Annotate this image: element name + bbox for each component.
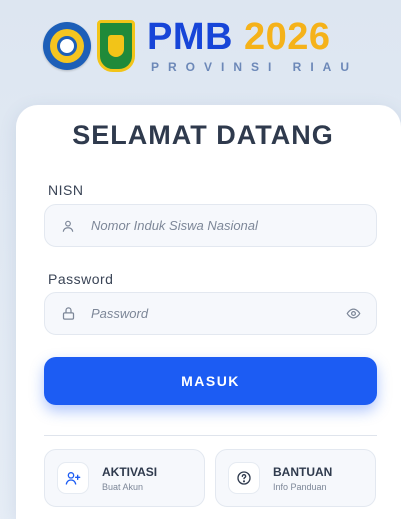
nisn-input[interactable]: Nomor Induk Siswa Nasional [44, 204, 377, 247]
app-header: PMB 2026 PROVINSI RIAU [0, 0, 401, 92]
help-subtitle: Info Panduan [273, 481, 327, 492]
activation-title: AKTIVASI [102, 464, 158, 479]
tut-wuri-handayani-logo [42, 22, 91, 70]
user-icon [59, 217, 77, 235]
lock-icon [59, 305, 77, 323]
divider [44, 435, 377, 436]
brand-subtitle: PROVINSI RIAU [150, 60, 358, 74]
help-title: BANTUAN [273, 464, 333, 479]
activation-subtitle: Buat Akun [102, 481, 144, 492]
logo-group [42, 20, 135, 72]
help-link[interactable]: BANTUAN Info Panduan [215, 449, 376, 507]
brand-title-pmb: PMB [146, 16, 233, 58]
nisn-placeholder: Nomor Induk Siswa Nasional [91, 218, 258, 233]
brand-title-year: 2026 [244, 16, 331, 58]
brand: PMB 2026 PROVINSI RIAU [147, 18, 358, 74]
password-input[interactable]: Password [44, 292, 377, 335]
login-button[interactable]: MASUK [44, 357, 377, 405]
nisn-label: NISN [48, 182, 84, 198]
password-placeholder: Password [91, 306, 149, 321]
eye-icon[interactable] [344, 305, 362, 323]
riau-province-emblem [96, 20, 135, 72]
password-label: Password [48, 271, 114, 287]
brand-title: PMB 2026 [147, 18, 331, 56]
user-plus-icon [57, 462, 89, 494]
welcome-title: SELAMAT DATANG [72, 120, 334, 150]
help-circle-icon [228, 462, 260, 494]
activation-link[interactable]: AKTIVASI Buat Akun [44, 449, 205, 507]
login-card: SELAMAT DATANG NISN Nomor Induk Siswa Na… [16, 105, 401, 519]
